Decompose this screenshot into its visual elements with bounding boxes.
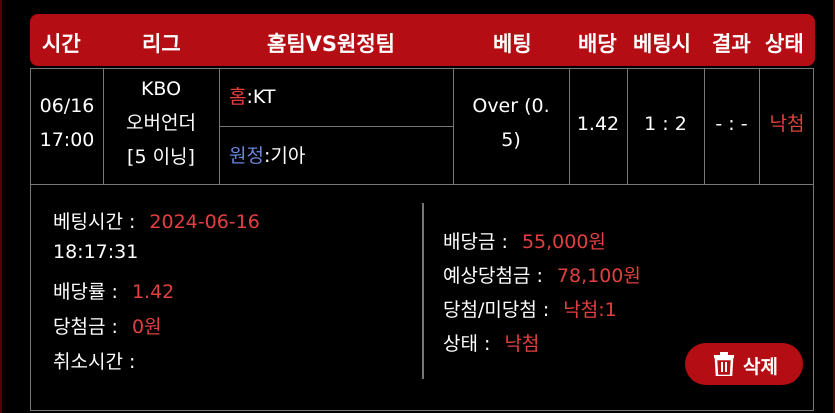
row-time: 17:00: [39, 129, 95, 151]
row-league: KBO 오버언더 [5 이닝]: [103, 72, 219, 174]
odds-rate-label: 배당률 :: [53, 281, 118, 303]
status-label: 상태 :: [443, 333, 491, 355]
team-divider: [219, 126, 453, 127]
bet-time-label: 베팅시간 :: [53, 211, 136, 233]
trash-icon: [714, 352, 734, 376]
win-lose-value: 낙첨:1: [563, 299, 617, 321]
away-team: 원정:기아: [229, 139, 305, 173]
stake-row: 배당금 : 55,000원: [443, 227, 606, 254]
table-header: 시간 리그 홈팀VS원정팀 베팅 배당 베팅시 결과 상태: [30, 14, 815, 66]
stake-label: 배당금 :: [443, 231, 508, 253]
header-teams: 홈팀VS원정팀: [267, 32, 395, 56]
home-team-name: :KT: [246, 86, 276, 108]
expected-value: 78,100원: [556, 265, 641, 287]
header-status: 상태: [765, 32, 804, 56]
status-value: 낙첨: [504, 333, 540, 355]
row-result: - : -: [715, 113, 748, 135]
win-amount-row: 당첨금 : 0원: [53, 312, 162, 339]
home-team: 홈:KT: [229, 80, 275, 114]
expected-row: 예상당첨금 : 78,100원: [443, 261, 641, 288]
cancel-time-row: 취소시간 :: [53, 347, 135, 374]
win-lose-label: 당첨/미당첨 :: [443, 299, 550, 321]
odds-rate-row: 배당률 : 1.42: [53, 277, 174, 304]
bet-time-date: 2024-06-16: [149, 211, 260, 233]
row-bet: Over (0. 5): [453, 89, 569, 157]
odds-rate-value: 1.42: [131, 281, 175, 303]
header-time: 시간: [42, 32, 81, 56]
row-divider: [31, 184, 813, 185]
detail-divider: [422, 203, 424, 379]
stake-value: 55,000원: [521, 231, 606, 253]
league-line3: [5 이닝]: [127, 146, 195, 168]
win-amount-value: 0원: [131, 316, 162, 338]
league-line2: 오버언더: [126, 112, 196, 134]
header-odds: 배당: [578, 32, 617, 56]
delete-button-label: 삭제: [743, 356, 778, 378]
header-league: 리그: [142, 32, 181, 56]
away-team-name: :기아: [263, 145, 306, 167]
bet-time-clock: 18:17:31: [53, 241, 139, 263]
header-bet: 베팅: [493, 32, 532, 56]
expected-label: 예상당첨금 :: [443, 265, 543, 287]
away-label: 원정: [229, 145, 264, 167]
header-bet-time: 베팅시: [633, 32, 691, 56]
bet-line2: 5): [501, 129, 521, 151]
home-label: 홈: [229, 86, 247, 108]
bet-time-row: 베팅시간 : 2024-06-16: [53, 207, 260, 234]
row-odds: 1.42: [576, 113, 620, 135]
delete-button[interactable]: 삭제: [685, 343, 803, 385]
bet-table: 06/16 17:00 KBO 오버언더 [5 이닝] 홈:KT 원정:기아 O…: [30, 68, 814, 411]
win-amount-label: 당첨금 :: [53, 316, 118, 338]
row-bet-score: 1 : 2: [644, 113, 687, 135]
status-row: 상태 : 낙첨: [443, 329, 539, 356]
row-status: 낙첨: [769, 113, 805, 135]
cancel-time-label: 취소시간 :: [53, 351, 136, 373]
win-lose-row: 당첨/미당첨 : 낙첨:1: [443, 295, 617, 322]
row-date-time: 06/16 17:00: [31, 89, 103, 157]
header-result: 결과: [712, 32, 751, 56]
bet-line1: Over (0.: [472, 95, 550, 117]
league-line1: KBO: [140, 78, 182, 100]
row-date: 06/16: [39, 95, 95, 117]
